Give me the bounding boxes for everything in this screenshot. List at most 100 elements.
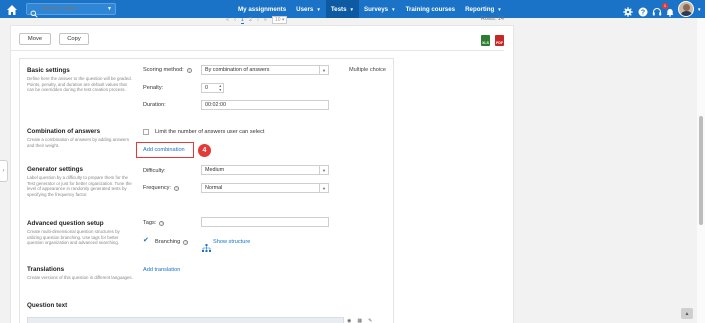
page-1-button[interactable]: 1 [240,17,244,24]
tags-text: Tags: [143,220,157,226]
search-input[interactable] [41,6,101,12]
nav-tests[interactable]: Tests ▼ [325,0,359,18]
search-users-box[interactable]: ▼ [26,3,116,18]
help-icon[interactable]: ? [159,220,165,226]
help-icon[interactable]: ? [186,67,192,73]
stepper-arrows-icon[interactable]: ▲ ▼ [219,84,222,92]
nav-label: Tests [330,5,347,13]
next-page-button[interactable]: › [257,17,259,23]
nav-users[interactable]: Users ▼ [291,0,326,18]
move-button[interactable]: Move [19,33,51,45]
chevron-down-icon[interactable]: ▼ [697,7,701,12]
difficulty-label: Difficulty: [143,168,166,174]
branching-checkbox-checked-icon[interactable]: ✔ [143,236,149,244]
section-desc-advanced: Create multi-dimensional question struct… [27,229,120,246]
scoring-method-text: Scoring method: [143,67,184,73]
media-icon[interactable]: ▦ [357,318,362,323]
nav-label: Surveys [364,5,389,13]
branching-label: Branching? [155,239,189,245]
penalty-label: Penalty: [143,85,164,91]
avatar-body [681,11,692,16]
rows-per-page-select[interactable]: 10 ▾ [271,16,288,24]
avatar[interactable] [678,1,694,17]
nav-label: My assignments [238,5,287,13]
nav-label: Reporting [465,5,495,13]
preview-icon[interactable]: ◉ [347,318,351,323]
section-title-combination: Combination of answers [27,128,101,135]
tags-input[interactable] [201,217,329,227]
copy-button[interactable]: Copy [59,33,89,45]
section-title-basic-settings: Basic settings [27,67,70,74]
nav-training-courses[interactable]: Training courses [401,0,461,18]
help-icon[interactable]: ? [173,185,179,191]
prev-page-button[interactable]: ‹ [234,17,236,23]
home-icon[interactable] [6,3,18,15]
section-title-translations: Translations [27,266,65,273]
divider [10,50,504,51]
penalty-value: 0 [205,85,208,91]
question-text-editor[interactable] [27,317,344,323]
add-translation-link[interactable]: Add translation [143,267,180,273]
page-2-button[interactable]: 2 [249,17,252,23]
chevron-down-icon: ▼ [316,6,321,12]
frequency-text: Frequency: [143,185,171,191]
rows-per-page-value: 10 [274,17,281,23]
question-type-label: Multiple choice [349,67,386,73]
help-icon[interactable]: ? [638,4,648,17]
scroll-to-top-button[interactable]: ▲ [681,308,693,319]
chevron-down-icon: ▼ [319,66,328,74]
top-navigation-bar: ▼ My assignments Users▼ Tests▼ Surveys▼ … [0,0,705,18]
structure-tree-icon[interactable] [202,239,211,252]
section-desc-generator: Label question by a difficulty to prepar… [27,175,132,197]
section-title-question-text: Question text [27,302,68,309]
difficulty-select[interactable]: Medium ▼ [201,165,329,175]
limit-answers-label: Limit the number of answers user can sel… [155,129,265,135]
chevron-down-icon: ▼ [319,166,328,174]
help-icon[interactable]: ? [183,239,189,245]
scoring-method-value: By combination of answers [205,67,270,73]
rows-count-label: Rows: 14 [481,16,504,22]
show-structure-link[interactable]: Show structure [213,239,250,245]
headset-icon[interactable] [652,4,662,16]
bell-icon[interactable] [665,4,675,17]
frequency-select[interactable]: Normal ▼ [201,183,329,193]
chevron-down-icon: ▼ [319,184,328,192]
difficulty-text: Difficulty: [143,168,166,174]
chevron-down-icon: ▼ [349,6,354,12]
pagination: « ‹ 1 2 › » 10 ▾ [226,16,288,24]
chevron-down-icon[interactable]: ▼ [107,6,112,12]
scoring-method-select[interactable]: By combination of answers ▼ [201,65,329,75]
tags-label: Tags:? [143,220,165,226]
scrollbar-thumb[interactable] [699,116,703,225]
nav-label: Training courses [405,5,456,13]
section-title-advanced: Advanced question setup [27,220,104,227]
avatar-head [683,4,690,11]
penalty-stepper[interactable]: 0 ▲ ▼ [201,83,224,93]
difficulty-value: Medium [205,167,225,173]
nav-label: Users [296,5,314,13]
chevron-down-icon: ▼ [391,6,396,12]
first-page-button[interactable]: « [226,17,229,23]
gear-icon[interactable] [623,4,633,17]
sidebar-toggle-tab[interactable]: › [0,160,8,182]
chevron-up-icon: ▲ [684,310,690,317]
svg-text:?: ? [641,9,645,16]
nav-surveys[interactable]: Surveys ▼ [359,0,401,18]
pdf-export-icon[interactable]: PDF [495,35,504,46]
limit-answers-checkbox[interactable] [143,129,149,135]
editor-toolbar: ◉ ▦ ✎ [347,318,372,323]
frequency-value: Normal [205,185,223,191]
last-page-button[interactable]: » [264,17,267,23]
section-desc-translations: Create versions of this question in diff… [27,275,133,280]
duration-field[interactable]: 00:02:00 [201,100,329,110]
chevron-down-icon: ▼ [497,6,502,12]
excel-export-icon[interactable]: XLS [481,35,490,46]
section-title-generator: Generator settings [27,166,83,173]
edit-icon[interactable]: ✎ [368,318,372,323]
section-desc-combination: Create a combination of answers by addin… [27,137,130,148]
highlight-frame [136,142,194,158]
duration-value: 00:02:00 [205,102,226,108]
scoring-method-label: Scoring method:? [143,67,192,73]
branching-text: Branching [155,239,181,245]
section-desc-basic-settings: Define here the answer to the question w… [27,76,132,93]
